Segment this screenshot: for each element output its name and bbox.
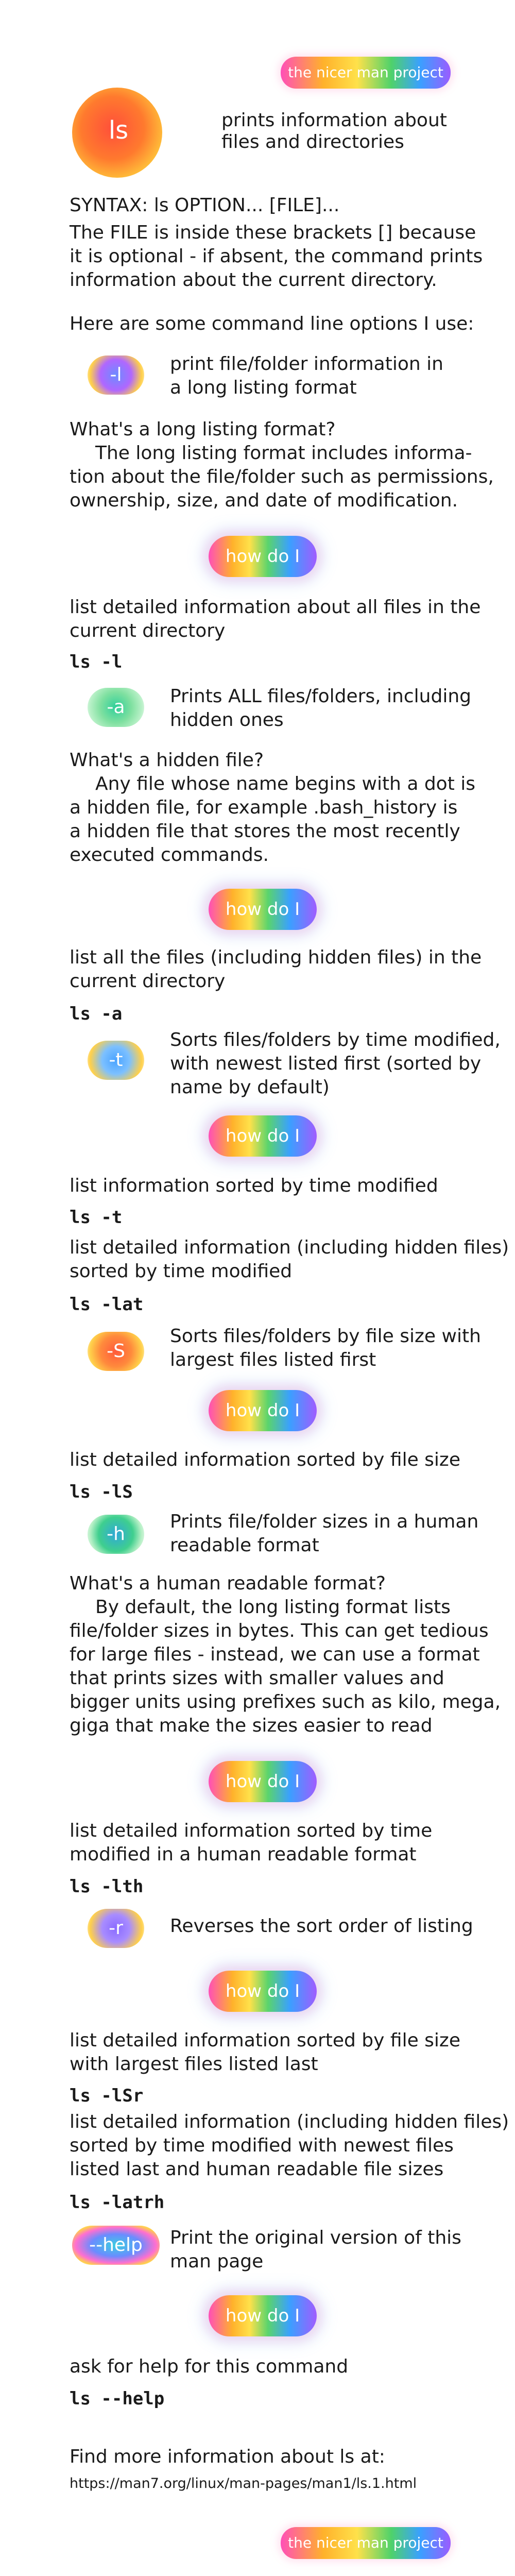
example-3-command: ls -t — [70, 1207, 123, 1228]
option-a-badge: -a — [88, 688, 144, 727]
faq-hidden-answer-1: Any file whose name begins with a dot is — [95, 773, 476, 794]
how-do-i-banner-4: how do I — [209, 1390, 317, 1431]
example-6-task-1: list detailed information sorted by time — [70, 1820, 433, 1841]
faq-human-question: What's a human readable format? — [70, 1573, 386, 1594]
brand-banner-top: the nicer man project — [281, 57, 451, 89]
faq-human-answer-1: By default, the long listing format list… — [95, 1597, 451, 1618]
option-l-desc-2: a long listing format — [170, 377, 357, 398]
faq-long-question: What's a long listing format? — [70, 419, 336, 440]
example-4-task-2: sorted by time modified — [70, 1261, 293, 1282]
faq-long-answer-2: tion about the file/folder such as permi… — [70, 466, 494, 487]
example-4-task-1: list detailed information (including hid… — [70, 1237, 509, 1258]
faq-human-answer-3: for large files - instead, we can use a … — [70, 1644, 480, 1665]
faq-human-answer-5: bigger units using prefixes such as kilo… — [70, 1691, 501, 1713]
example-7-task-2: with largest files listed last — [70, 2054, 318, 2075]
option-t-desc-3: name by default) — [170, 1077, 330, 1098]
option-a-desc-1: Prints ALL files/folders, including — [170, 686, 471, 707]
option-t-desc-1: Sorts files/folders by time modified, — [170, 1029, 501, 1050]
faq-hidden-question: What's a hidden file? — [70, 750, 264, 771]
example-9-task-1: ask for help for this command — [70, 2356, 349, 2377]
brand-banner-bottom: the nicer man project — [281, 2527, 451, 2559]
example-6-command: ls -lth — [70, 1876, 144, 1897]
footer-more-info: Find more information about ls at: — [70, 2446, 385, 2467]
how-do-i-banner-7: how do I — [209, 2295, 317, 2336]
syntax-explain-3: information about the current directory. — [70, 269, 437, 291]
example-4-command: ls -lat — [70, 1294, 144, 1315]
how-do-i-banner-2: how do I — [209, 889, 317, 930]
faq-hidden-answer-4: executed commands. — [70, 844, 269, 866]
option-S-desc-1: Sorts files/folders by file size with — [170, 1326, 481, 1347]
example-8-task-3: listed last and human readable file size… — [70, 2159, 444, 2180]
option-t-desc-2: with newest listed first (sorted by — [170, 1053, 482, 1074]
how-do-i-banner-1: how do I — [209, 536, 317, 577]
faq-long-answer-3: ownership, size, and date of modificatio… — [70, 490, 458, 511]
faq-hidden-answer-3: a hidden file that stores the most recen… — [70, 821, 460, 842]
option-r-desc-1: Reverses the sort order of listing — [170, 1916, 473, 1937]
option-h-desc-1: Prints file/folder sizes in a human — [170, 1511, 479, 1532]
option-S-badge: -S — [88, 1332, 144, 1371]
example-8-command: ls -latrh — [70, 2192, 165, 2213]
example-1-task-2: current directory — [70, 620, 226, 641]
option-l-desc-1: print file/folder information in — [170, 353, 443, 375]
example-1-task-1: list detailed information about all file… — [70, 597, 481, 618]
example-5-command: ls -lS — [70, 1482, 133, 1502]
header-description-2: files and directories — [221, 131, 404, 152]
example-8-task-1: list detailed information (including hid… — [70, 2111, 509, 2132]
faq-human-answer-4: that prints sizes with smaller values an… — [70, 1668, 444, 1689]
faq-long-answer-1: The long listing format includes informa… — [95, 443, 472, 464]
intro-text: Here are some command line options I use… — [70, 313, 474, 334]
option-l-badge: -l — [88, 355, 144, 395]
how-do-i-banner-5: how do I — [209, 1761, 317, 1802]
option-r-badge: -r — [88, 1909, 144, 1948]
syntax-line: SYNTAX: ls OPTION... [FILE]... — [70, 195, 340, 216]
faq-human-answer-6: giga that make the sizes easier to read — [70, 1715, 433, 1736]
faq-human-answer-2: file/folder sizes in bytes. This can get… — [70, 1620, 489, 1641]
example-2-command: ls -a — [70, 1004, 123, 1024]
example-1-command: ls -l — [70, 652, 123, 672]
option-S-desc-2: largest files listed first — [170, 1349, 376, 1370]
example-2-task-1: list all the files (including hidden fil… — [70, 947, 482, 968]
example-7-command: ls -lSr — [70, 2086, 144, 2106]
syntax-explain-1: The FILE is inside these brackets [] bec… — [70, 222, 476, 243]
example-5-task-1: list detailed information sorted by file… — [70, 1449, 460, 1470]
example-9-command: ls --help — [70, 2388, 165, 2409]
syntax-explain-2: it is optional - if absent, the command … — [70, 246, 483, 267]
how-do-i-banner-3: how do I — [209, 1115, 317, 1157]
option-help-desc-2: man page — [170, 2251, 264, 2272]
footer-url-link[interactable]: https://man7.org/linux/man-pages/man1/ls… — [70, 2476, 417, 2492]
ls-logo-label: ls — [108, 116, 129, 145]
option-help-badge: --help — [72, 2226, 160, 2265]
faq-hidden-answer-2: a hidden file, for example .bash_history… — [70, 797, 458, 818]
example-7-task-1: list detailed information sorted by file… — [70, 2030, 460, 2051]
example-3-task-1: list information sorted by time modified — [70, 1175, 438, 1196]
example-2-task-2: current directory — [70, 971, 226, 992]
example-8-task-2: sorted by time modified with newest file… — [70, 2135, 454, 2156]
how-do-i-banner-6: how do I — [209, 1971, 317, 2012]
option-help-desc-1: Print the original version of this — [170, 2227, 461, 2248]
option-a-desc-2: hidden ones — [170, 709, 284, 731]
example-6-task-2: modified in a human readable format — [70, 1844, 417, 1865]
header-description-1: prints information about — [221, 110, 447, 131]
option-h-badge: -h — [88, 1515, 144, 1554]
option-h-desc-2: readable format — [170, 1535, 319, 1556]
option-t-badge: -t — [88, 1041, 144, 1080]
